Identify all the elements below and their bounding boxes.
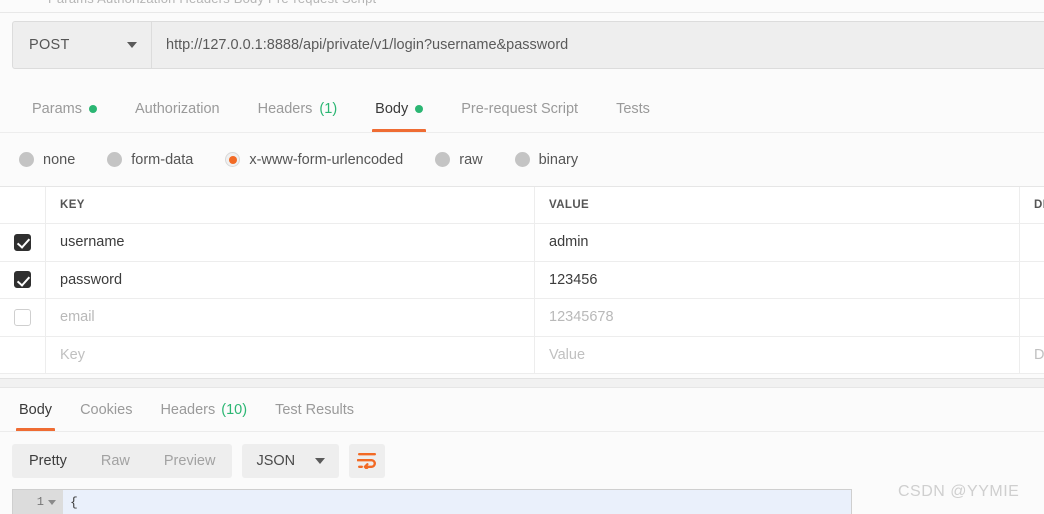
request-url-text: http://127.0.0.1:8888/api/private/v1/log… <box>166 37 569 53</box>
unsaved-dot-icon <box>88 105 97 113</box>
response-tab-body[interactable]: Body <box>5 388 66 431</box>
row-enabled-checkbox[interactable] <box>14 271 31 289</box>
table-row: password 123456 <box>0 261 1044 299</box>
request-url-input[interactable]: http://127.0.0.1:8888/api/private/v1/log… <box>152 21 1044 69</box>
table-header-row: KEY VALUE DESCRIPTION <box>0 187 1044 224</box>
tab-headers-count: (1) <box>319 101 338 117</box>
response-tab-headers-label: Headers <box>160 401 216 418</box>
chevron-down-icon <box>127 42 137 48</box>
postman-window: Params Authorization Headers Body Pre-re… <box>0 0 1044 514</box>
tab-tests[interactable]: Tests <box>597 86 669 132</box>
response-tab-headers-count: (10) <box>221 401 248 418</box>
response-view-mode-group: Pretty Raw Preview <box>12 443 233 478</box>
request-url-row: POST http://127.0.0.1:8888/api/private/v… <box>12 21 1044 69</box>
new-row-value-input[interactable]: Value <box>549 347 585 363</box>
cutoff-top-strip: Params Authorization Headers Body Pre-re… <box>0 0 1044 13</box>
http-method-label: POST <box>29 37 70 53</box>
row-enabled-checkbox[interactable] <box>14 308 31 326</box>
row-value-input[interactable]: 123456 <box>549 272 597 288</box>
tab-body[interactable]: Body <box>356 86 442 132</box>
header-checkbox-cell <box>0 187 46 223</box>
tab-headers-label: Headers <box>257 101 313 117</box>
empty-row-checkbox-cell <box>0 336 46 373</box>
response-tab-test-results[interactable]: Test Results <box>261 388 368 431</box>
table-row-empty: Key Value Description <box>0 336 1044 374</box>
row-enabled-checkbox[interactable] <box>14 233 31 251</box>
response-tab-cookies-label: Cookies <box>80 401 133 418</box>
table-row: email 12345678 <box>0 299 1044 337</box>
response-format-label: JSON <box>256 452 296 469</box>
body-type-none-label: none <box>43 151 76 168</box>
response-format-dropdown[interactable]: JSON <box>242 443 340 478</box>
response-tab-test-results-label: Test Results <box>275 401 355 418</box>
line-number: 1 <box>36 495 44 509</box>
view-mode-preview[interactable]: Preview <box>147 444 233 478</box>
unsaved-dot-icon <box>415 105 424 113</box>
response-tab-headers[interactable]: Headers (10) <box>146 388 261 431</box>
http-method-dropdown[interactable]: POST <box>12 21 152 69</box>
body-type-urlencoded-label: x-www-form-urlencoded <box>249 151 404 168</box>
word-wrap-icon <box>357 453 377 469</box>
code-line-1: { <box>70 494 78 510</box>
response-tab-bar: Body Cookies Headers (10) Test Results <box>0 388 1044 432</box>
response-code-editor[interactable]: 1 { <box>12 489 852 514</box>
tab-authorization[interactable]: Authorization <box>116 86 239 132</box>
tab-headers[interactable]: Headers (1) <box>239 86 357 132</box>
body-type-binary[interactable]: binary <box>514 151 579 168</box>
body-type-raw[interactable]: raw <box>435 151 483 168</box>
view-mode-pretty[interactable]: Pretty <box>12 444 84 478</box>
row-key-input[interactable]: password <box>60 272 122 288</box>
cutoff-ghost-text: Params Authorization Headers Body Pre-re… <box>0 0 1044 6</box>
chevron-down-icon <box>315 457 326 464</box>
new-row-description-input[interactable]: Description <box>1034 347 1044 363</box>
row-key-input[interactable]: username <box>60 234 124 250</box>
tab-authorization-label: Authorization <box>134 101 220 117</box>
request-tab-bar: Params Authorization Headers (1) Body Pr… <box>0 86 1044 133</box>
body-type-binary-label: binary <box>538 151 579 168</box>
word-wrap-button[interactable] <box>349 443 386 478</box>
radio-icon <box>107 152 123 167</box>
body-type-radio-group: none form-data x-www-form-urlencoded raw… <box>0 133 1044 186</box>
body-type-form-data[interactable]: form-data <box>107 152 193 168</box>
params-table: KEY VALUE DESCRIPTION username admin pas… <box>0 186 1044 374</box>
new-row-key-input[interactable]: Key <box>60 347 85 363</box>
body-type-urlencoded[interactable]: x-www-form-urlencoded <box>225 152 403 168</box>
tab-params[interactable]: Params <box>13 86 116 132</box>
body-type-none[interactable]: none <box>19 152 75 168</box>
column-header-description: DESCRIPTION <box>1034 199 1044 211</box>
editor-gutter: 1 <box>13 490 63 514</box>
row-value-input[interactable]: 12345678 <box>549 309 614 325</box>
row-key-input[interactable]: email <box>60 309 95 325</box>
radio-icon <box>19 152 34 167</box>
body-type-form-data-label: form-data <box>131 151 194 168</box>
row-value-input[interactable]: admin <box>549 234 589 250</box>
column-header-key: KEY <box>60 199 85 211</box>
response-tab-body-label: Body <box>19 401 53 418</box>
radio-icon <box>514 152 530 167</box>
radio-icon <box>435 152 451 167</box>
tab-pre-request-script-label: Pre-request Script <box>461 101 579 117</box>
table-row: username admin <box>0 224 1044 262</box>
pane-divider[interactable] <box>0 378 1044 388</box>
body-type-raw-label: raw <box>459 151 483 168</box>
radio-selected-icon <box>225 152 241 167</box>
active-tab-underline <box>372 129 427 132</box>
tab-body-label: Body <box>375 101 409 117</box>
response-tab-cookies[interactable]: Cookies <box>66 388 146 431</box>
active-tab-underline <box>16 428 56 431</box>
tab-params-label: Params <box>32 101 82 117</box>
response-toolbar: Pretty Raw Preview JSON <box>0 432 1044 489</box>
view-mode-raw[interactable]: Raw <box>84 444 147 478</box>
tab-tests-label: Tests <box>616 101 650 117</box>
code-fold-icon[interactable] <box>48 499 56 505</box>
column-header-value: VALUE <box>549 199 590 211</box>
tab-pre-request-script[interactable]: Pre-request Script <box>442 86 597 132</box>
